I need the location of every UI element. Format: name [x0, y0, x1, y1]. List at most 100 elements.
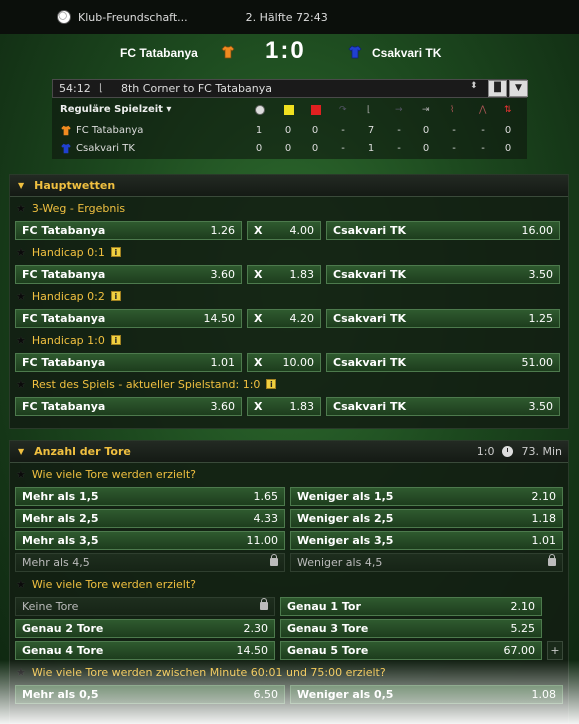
away-shirt-icon: [61, 143, 71, 154]
odd-button-away[interactable]: Csakvari TK 16.00: [326, 220, 560, 240]
odds-row: FC Tatabanya 1.01 X 10.00 Csakvari TK 51.00: [10, 351, 568, 373]
favorite-star-icon[interactable]: ★: [16, 246, 26, 259]
live-stats-panel: 54:12 ⌊ 8th Corner to FC Tatabanya ⬍ ▐▌ …: [52, 79, 528, 159]
home-shirt-icon: [221, 45, 235, 59]
dropdown-button[interactable]: ▼: [509, 80, 528, 97]
odd-button[interactable]: Weniger als 1,5 2.10: [290, 486, 563, 506]
odd-button[interactable]: Mehr als 1,5 1.65: [15, 486, 285, 506]
market-name: 3-Weg - Ergebnis: [31, 201, 126, 215]
throw-in-icon: ⌇: [450, 105, 455, 115]
favorite-star-icon[interactable]: ★: [16, 290, 26, 303]
odd-button-home[interactable]: FC Tatabanya 14.50: [15, 308, 242, 328]
odd-button[interactable]: Mehr als 3,5 11.00: [15, 530, 285, 550]
info-icon[interactable]: i: [110, 247, 121, 257]
odd-button-away[interactable]: Csakvari TK 3.50: [326, 396, 560, 416]
goals-header[interactable]: ▼ Anzahl der Tore 1:0 73. Min: [10, 441, 568, 463]
stats-chart-button[interactable]: ▐▌: [488, 80, 507, 97]
odd-button-away[interactable]: Csakvari TK 3.50: [326, 264, 560, 284]
favorite-star-icon[interactable]: ★: [16, 334, 26, 347]
collapse-caret-icon[interactable]: ▼: [18, 447, 24, 456]
odd-label: Csakvari TK: [333, 355, 407, 369]
stat-cell: -: [481, 143, 485, 154]
odds-row: Mehr als 1,5 1.65 Weniger als 1,5 2.10: [10, 485, 568, 507]
odd-label: Genau 1 Tor: [287, 599, 361, 613]
odd-button[interactable]: Genau 2 Tore 2.30: [15, 618, 275, 638]
odd-button-draw[interactable]: X 4.20: [247, 308, 321, 328]
favorite-star-icon[interactable]: ★: [16, 202, 26, 215]
favorite-star-icon[interactable]: ★: [16, 666, 26, 679]
market-name: Rest des Spiels - aktueller Spielstand: …: [31, 377, 261, 391]
odd-label: FC Tatabanya: [22, 267, 106, 281]
odds-row: Mehr als 4,5 Weniger als 4,5: [10, 551, 568, 573]
odd-value: 16.00: [521, 223, 554, 237]
info-icon[interactable]: i: [110, 291, 121, 301]
stat-cell: 0: [422, 143, 430, 154]
odd-button-home[interactable]: FC Tatabanya 1.26: [15, 220, 242, 240]
favorite-star-icon[interactable]: ★: [16, 578, 26, 591]
stat-cell: 0: [255, 143, 263, 154]
main-bets-header[interactable]: ▼ Hauptwetten: [10, 175, 568, 197]
odd-value: 5.25: [510, 621, 536, 635]
section-title: Anzahl der Tore: [34, 445, 131, 458]
ball-icon: [255, 105, 265, 115]
market-name: Wie viele Tore werden zwischen Minute 60…: [31, 665, 386, 679]
odd-button[interactable]: Genau 1 Tor 2.10: [280, 596, 542, 616]
odd-button-locked: Mehr als 4,5: [15, 552, 285, 572]
match-title[interactable]: Klub-Freundschaft...: [78, 11, 188, 24]
collapse-caret-icon[interactable]: ▼: [18, 181, 24, 190]
stats-header: Reguläre Spielzeit ▾ ↷ ⌊ → ⇥ ⌇ ⋀ ⇅: [52, 103, 527, 119]
period-dropdown[interactable]: Reguläre Spielzeit ▾: [60, 104, 171, 115]
stat-cell: -: [452, 125, 456, 136]
favorite-star-icon[interactable]: ★: [16, 378, 26, 391]
live-event-selector[interactable]: 54:12 ⌊ 8th Corner to FC Tatabanya ⬍: [52, 79, 527, 98]
stat-cell: 0: [422, 125, 430, 136]
odd-button[interactable]: Genau 5 Tore 67.00: [280, 640, 542, 660]
odd-value: 2.30: [243, 621, 269, 635]
stats-team-name: Csakvari TK: [76, 143, 135, 154]
current-score: 1:0: [476, 445, 495, 458]
odd-button[interactable]: Weniger als 2,5 1.18: [290, 508, 563, 528]
stat-cell: 0: [311, 125, 319, 136]
more-odds-button[interactable]: +: [547, 640, 563, 660]
odd-button-away[interactable]: Csakvari TK 51.00: [326, 352, 560, 372]
odd-button[interactable]: Weniger als 0,5 1.08: [290, 684, 563, 704]
odds-row: FC Tatabanya 1.26 X 4.00 Csakvari TK 16.00: [10, 219, 568, 241]
stat-cell: 0: [504, 143, 512, 154]
odd-button[interactable]: Mehr als 0,5 6.50: [15, 684, 285, 704]
info-icon[interactable]: i: [266, 379, 277, 389]
lock-icon: [270, 554, 278, 566]
odd-button-draw[interactable]: X 1.83: [247, 396, 321, 416]
odd-button-home[interactable]: FC Tatabanya 3.60: [15, 264, 242, 284]
odd-button[interactable]: Genau 3 Tore 5.25: [280, 618, 542, 638]
home-shirt-icon: [61, 125, 71, 136]
odd-button-draw[interactable]: X 4.00: [247, 220, 321, 240]
stats-row-away: Csakvari TK 0 0 0 - 1 - 0 - - 0: [52, 141, 527, 157]
odd-button[interactable]: Weniger als 3,5 1.01: [290, 530, 563, 550]
favorite-star-icon[interactable]: ★: [16, 468, 26, 481]
stat-cell: -: [452, 143, 456, 154]
updown-arrows-icon[interactable]: ⬍: [470, 81, 478, 91]
clock-icon: [502, 446, 514, 457]
scoreboard: FC Tatabanya 1:0 Csakvari TK: [0, 34, 579, 76]
odd-button[interactable]: Mehr als 2,5 4.33: [15, 508, 285, 528]
odd-value: 51.00: [521, 355, 554, 369]
odd-button-away[interactable]: Csakvari TK 1.25: [326, 308, 560, 328]
info-icon[interactable]: i: [110, 335, 121, 345]
section-title: Hauptwetten: [34, 179, 116, 192]
free-kick-icon: →: [395, 105, 403, 115]
substitution-icon: ↷: [339, 105, 347, 115]
odd-value: 1.08: [531, 687, 557, 701]
odd-button-draw[interactable]: X 10.00: [247, 352, 321, 372]
odd-button-draw[interactable]: X 1.83: [247, 264, 321, 284]
market-name: Wie viele Tore werden erzielt?: [31, 577, 197, 591]
odd-value: 3.60: [210, 399, 236, 413]
odd-value: 67.00: [503, 643, 536, 657]
odd-button[interactable]: Genau 4 Tore 14.50: [15, 640, 275, 660]
market-title: ★ Wie viele Tore werden erzielt?: [10, 463, 568, 485]
stat-cell: 0: [284, 125, 292, 136]
odd-value: 4.33: [253, 511, 279, 525]
odd-button-home[interactable]: FC Tatabanya 3.60: [15, 396, 242, 416]
odd-button-home[interactable]: FC Tatabanya 1.01: [15, 352, 242, 372]
odd-value: 11.00: [246, 533, 279, 547]
away-shirt-icon: [348, 45, 362, 59]
